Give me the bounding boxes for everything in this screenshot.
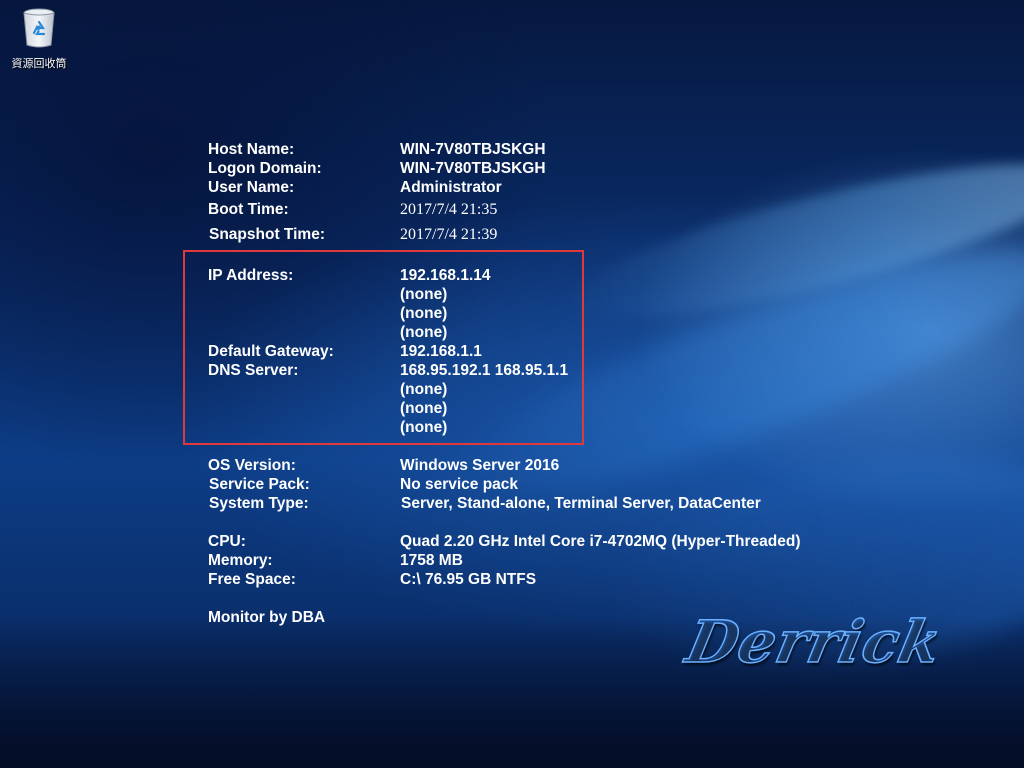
dns-server-value: (none) [400,381,448,398]
ip-address-value: (none) [400,324,448,341]
logon-domain-value: WIN-7V80TBJSKGH [400,160,546,177]
ip-address-value: (none) [400,286,448,303]
user-name-label: User Name: [208,179,295,196]
os-version-value: Windows Server 2016 [400,457,560,474]
system-type-value: Server, Stand-alone, Terminal Server, Da… [401,495,761,512]
monitor-by-text: Monitor by DBA [208,609,326,626]
recycle-bin-icon [23,8,55,48]
ip-address-label: IP Address: [208,267,294,284]
free-space-value: C:\ 76.95 GB NTFS [400,571,537,588]
snapshot-time-value: 2017/7/4 21:39 [400,226,498,243]
dns-server-value: 168.95.192.1 168.95.1.1 [400,362,569,379]
user-name-value: Administrator [400,179,502,196]
snapshot-time-label: Snapshot Time: [209,226,325,243]
boot-time-label: Boot Time: [208,201,289,218]
dns-server-value: (none) [400,400,448,417]
cpu-value: Quad 2.20 GHz Intel Core i7-4702MQ (Hype… [400,533,801,550]
memory-label: Memory: [208,552,273,569]
service-pack-value: No service pack [400,476,519,493]
host-name-value: WIN-7V80TBJSKGH [400,141,546,158]
system-type-label: System Type: [209,495,309,512]
desktop-icon-recycle-bin[interactable]: 資源回收筒 [6,8,72,71]
host-name-label: Host Name: [208,141,295,158]
service-pack-label: Service Pack: [209,476,310,493]
cpu-label: CPU: [208,533,246,550]
free-space-label: Free Space: [208,571,296,588]
ip-address-value: 192.168.1.14 [400,267,491,284]
default-gateway-label: Default Gateway: [208,343,334,360]
logon-domain-label: Logon Domain: [208,160,322,177]
derrick-logo: Derrick [680,607,949,677]
boot-time-value: 2017/7/4 21:35 [400,201,498,218]
default-gateway-value: 192.168.1.1 [400,343,482,360]
os-version-label: OS Version: [208,457,296,474]
memory-value: 1758 MB [400,552,463,569]
wallpaper-light-beam [560,134,1024,348]
desktop-icon-label: 資源回收筒 [11,57,67,70]
dns-server-value: (none) [400,419,448,436]
ip-address-value: (none) [400,305,448,322]
dns-server-label: DNS Server: [208,362,299,379]
